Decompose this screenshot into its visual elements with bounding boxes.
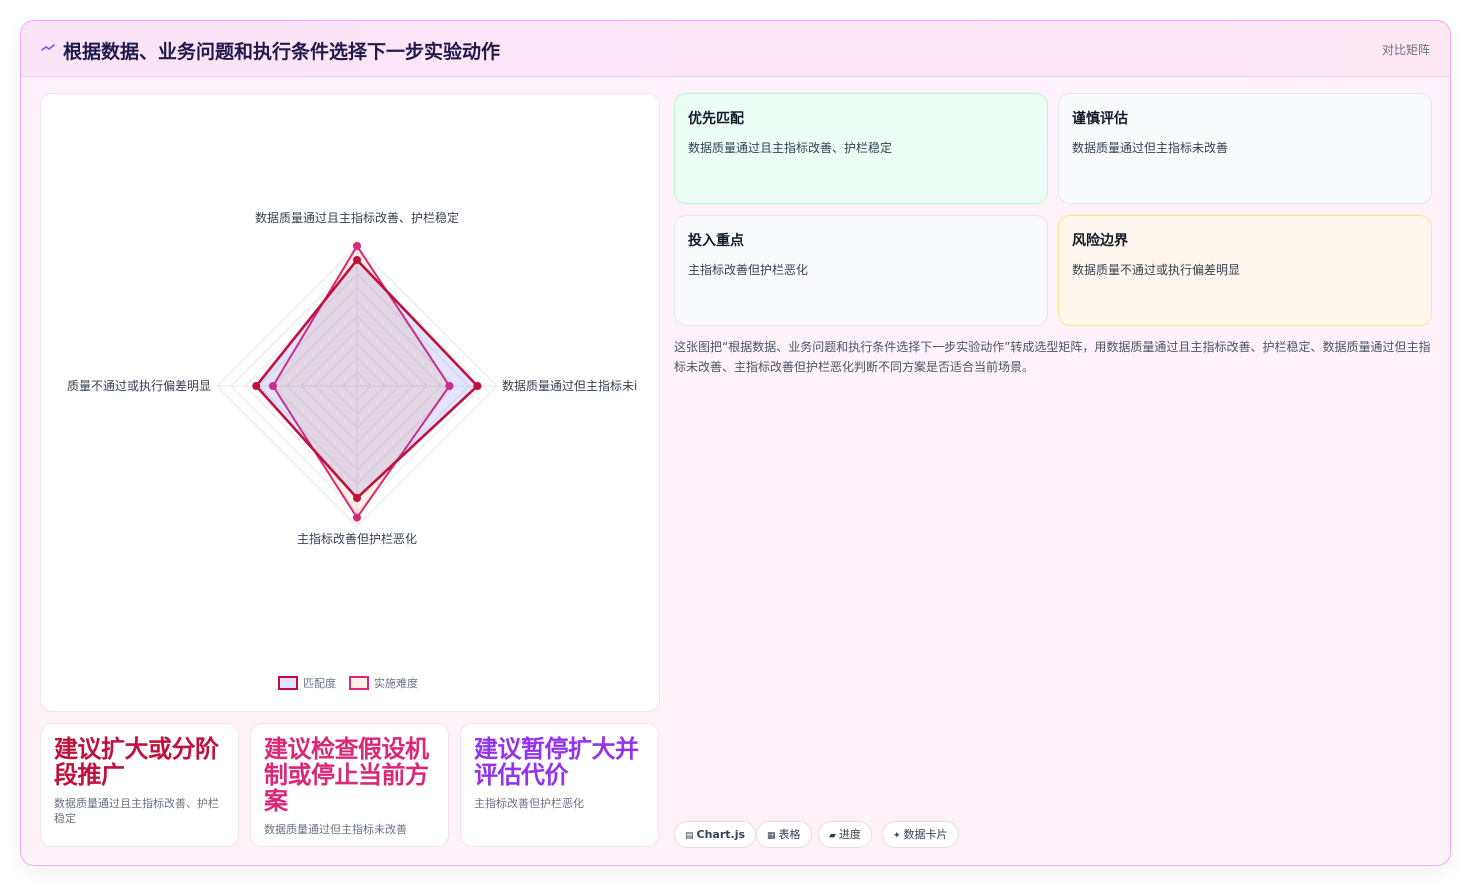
trend-icon bbox=[41, 44, 55, 51]
radar-chart: 数据质量通过且主指标改善、护栏稳定数据质量通过但主指标未i 主指标改善但护栏恶化 质… bbox=[67, 210, 637, 690]
option-title: 投入重点 bbox=[688, 233, 744, 249]
option-card-priority: 优先匹配 数据质量通过且主指标改善、护栏稳定 bbox=[674, 93, 1048, 204]
recommendation-desc: 主指标改善但护栏恶化 bbox=[474, 797, 584, 810]
page-title: 根据数据、业务问题和执行条件选择下一步实验动作 bbox=[63, 41, 501, 63]
chip-table[interactable]: ▦ 表格 bbox=[756, 821, 812, 848]
radar-series-1-area bbox=[254, 258, 480, 500]
recommendation-desc: 数据质量通过且主指标改善、护栏稳定 bbox=[54, 797, 219, 825]
recommendation-card-1: 建议扩大或分阶段推广 数据质量通过且主指标改善、护栏稳定 bbox=[40, 723, 239, 847]
radar-point bbox=[353, 513, 361, 522]
option-desc: 主指标改善但护栏恶化 bbox=[688, 263, 809, 277]
chip-data-cards[interactable]: ✦ 数据卡片 bbox=[882, 821, 959, 848]
radar-axis-label: 质量不通过或执行偏差明显 bbox=[67, 378, 211, 393]
radar-point bbox=[353, 242, 361, 250]
recommendation-title: 建议检查假设机制或停止当前方案 bbox=[264, 735, 429, 815]
option-title: 谨慎评估 bbox=[1072, 111, 1128, 127]
compare-matrix-link[interactable]: 对比矩阵 bbox=[1382, 41, 1430, 58]
radar-point bbox=[353, 256, 361, 264]
radar-chart-card: 数据质量通过且主指标改善、护栏稳定数据质量通过但主指标未i 主指标改善但护栏恶化 质… bbox=[40, 93, 660, 712]
recommendation-card-3: 建议暂停扩大并评估代价 主指标改善但护栏恶化 bbox=[460, 723, 659, 847]
chip-label: 进度 bbox=[838, 828, 861, 841]
option-title: 优先匹配 bbox=[688, 111, 744, 127]
chip-label: 数据卡片 bbox=[903, 828, 948, 841]
sparkle-icon: ✦ bbox=[893, 831, 901, 841]
header: 根据数据、业务问题和执行条件选择下一步实验动作 对比矩阵 bbox=[21, 21, 1450, 77]
legend-label: 匹配度 bbox=[303, 676, 336, 690]
radar-point bbox=[252, 382, 261, 390]
recommendation-desc: 数据质量通过但主指标未改善 bbox=[264, 823, 407, 836]
radar-point bbox=[473, 382, 482, 390]
app-frame: 根据数据、业务问题和执行条件选择下一步实验动作 对比矩阵 数据质量通过且主指标改… bbox=[20, 20, 1451, 866]
radar-axis-label: 数据质量通过且主指标改善、护栏稳定 bbox=[255, 210, 459, 225]
legend-swatch bbox=[278, 676, 298, 690]
option-title: 风险边界 bbox=[1072, 233, 1128, 249]
radar-point bbox=[353, 494, 361, 502]
chart-icon: ▤ bbox=[685, 831, 694, 841]
recommendation-title: 建议扩大或分阶段推广 bbox=[54, 735, 219, 789]
option-desc: 数据质量不通过或执行偏差明显 bbox=[1072, 263, 1241, 277]
recommendation-title: 建议暂停扩大并评估代价 bbox=[474, 735, 639, 789]
legend-swatch bbox=[349, 676, 369, 690]
progress-icon: ▰ bbox=[829, 831, 836, 841]
radar-axis-label: 主指标改善但护栏恶化 bbox=[297, 531, 417, 546]
chip-chartjs[interactable]: ▤ Chart.js bbox=[674, 821, 757, 848]
radar-axis-label: 数据质量通过但主指标未i bbox=[502, 378, 637, 393]
option-card-cautious: 谨慎评估 数据质量通过但主指标未改善 bbox=[1058, 93, 1432, 204]
chart-description: 这张图把“根据数据、业务问题和执行条件选择下一步实验动作”转成选型矩阵，用数据质… bbox=[674, 340, 1431, 374]
table-icon: ▦ bbox=[767, 831, 776, 841]
option-card-focus: 投入重点 主指标改善但护栏恶化 bbox=[674, 215, 1048, 326]
option-card-risk: 风险边界 数据质量不通过或执行偏差明显 bbox=[1058, 215, 1432, 326]
chip-label: Chart.js bbox=[696, 828, 746, 841]
chip-progress[interactable]: ▰ 进度 bbox=[818, 821, 872, 848]
option-desc: 数据质量通过且主指标改善、护栏稳定 bbox=[688, 141, 893, 155]
recommendation-card-2: 建议检查假设机制或停止当前方案 数据质量通过但主指标未改善 bbox=[250, 723, 449, 847]
option-desc: 数据质量通过但主指标未改善 bbox=[1072, 141, 1229, 155]
chip-label: 表格 bbox=[778, 828, 801, 841]
legend-label: 实施难度 bbox=[374, 676, 418, 690]
